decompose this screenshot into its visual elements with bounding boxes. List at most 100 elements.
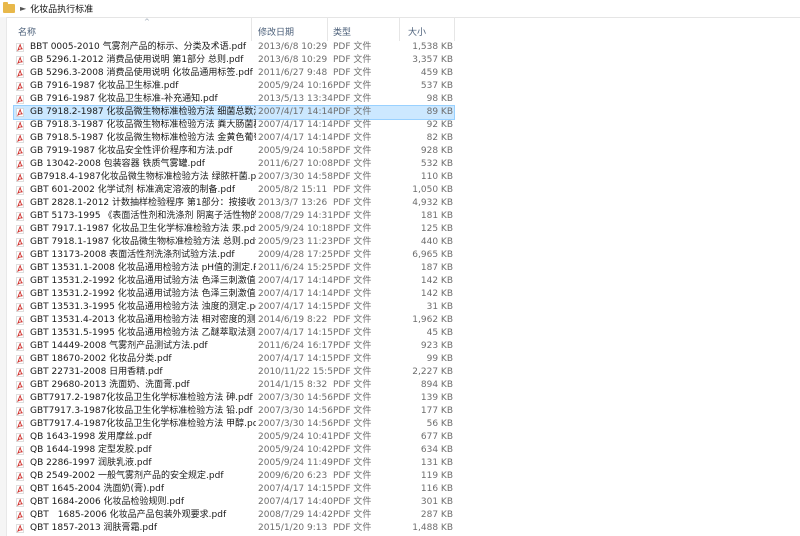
file-row[interactable]: GB 7918.2-1987 化妆品微生物标准检验方法 细菌总数测定.pdf20… [13,105,455,120]
file-name[interactable]: GBT7917.4-1987化妆品卫生化学标准检验方法 甲醇.pdf [30,418,256,431]
file-name[interactable]: GBT 13531.2-1992 化妆品通用试验方法 色泽三刺激值和色差Δ... [30,288,256,301]
file-name[interactable]: GBT 29680-2013 洗面奶、洗面膏.pdf [30,379,256,392]
file-name[interactable]: QB 1643-1998 发用摩丝.pdf [30,431,256,444]
file-name[interactable]: GB7918.4-1987化妆品微生物标准检验方法 绿脓杆菌.pdf [30,171,256,184]
column-header-date[interactable]: 修改日期 [258,25,294,38]
file-row[interactable]: GB 5296.3-2008 消费品使用说明 化妆品通用标签.pdf 2011/6… [14,67,454,80]
file-row[interactable]: GBT 2828.1-2012 计数抽样检验程序 第1部分：按接收质量限...2… [14,197,454,210]
column-header-name[interactable]: 名称 [18,25,36,38]
file-row[interactable]: GBT 601-2002 化学试剂 标准滴定溶液的制备.pdf 2005/8/2 … [14,184,454,197]
file-type: PDF 文件 [333,81,372,91]
column-divider[interactable] [251,17,252,41]
file-size: 45 KB [426,328,453,338]
file-name[interactable]: QBT 1645-2004 洗面奶(膏).pdf [30,483,256,496]
file-modified-date: 2013/3/7 13:26 [258,198,328,208]
file-row[interactable]: GBT 18670-2002 化妆品分类.pdf 2007/4/17 14:15 P… [14,353,454,366]
file-row[interactable]: QB 1644-1998 定型发胶.pdf 2005/9/24 10:42 PDF … [14,444,454,457]
file-name[interactable]: GBT 601-2002 化学试剂 标准滴定溶液的制备.pdf [30,184,256,197]
file-name[interactable]: QBT 1857-2013 润肤膏霜.pdf [30,522,256,535]
file-row[interactable]: GBT 13531.1-2008 化妆品通用检验方法 pH值的测定.PDF 201… [14,262,454,275]
file-name[interactable]: GBT 13531.2-1992 化妆品通用试验方法 色泽三刺激值和色差Δ... [30,275,256,288]
file-row[interactable]: QB 2286-1997 润肤乳液.pdf 2005/9/24 11:49 PDF … [14,457,454,470]
file-row[interactable]: GB 13042-2008 包装容器 铁质气雾罐.pdf 2011/6/27 10… [14,158,454,171]
file-row[interactable]: QBT 1685-2006 化妆品产品包装外观要求.pdf 2008/7/29 1… [14,509,454,522]
file-row[interactable]: GB 7919-1987 化妆品安全性评价程序和方法.pdf 2005/9/24 … [14,145,454,158]
file-name[interactable]: GBT 13531.3-1995 化妆品通用检验方法 浊度的测定.pdf [30,301,256,314]
file-name[interactable]: GB 13042-2008 包装容器 铁质气雾罐.pdf [30,158,256,171]
file-type: PDF 文件 [333,94,372,104]
file-name[interactable]: GB 7918.2-1987 化妆品微生物标准检验方法 细菌总数测定.pdf [30,106,256,119]
file-name[interactable]: GBT 13531.4-2013 化妆品通用检验方法 相对密度的测定.pdf [30,314,256,327]
file-row[interactable]: GB 7916-1987 化妆品卫生标准-补充通知.pdf 2013/5/13 1… [14,93,454,106]
column-divider[interactable] [399,17,400,41]
file-row[interactable]: GB 7916-1987 化妆品卫生标准.pdf 2005/9/24 10:16 P… [14,80,454,93]
column-divider[interactable] [327,17,328,41]
file-name[interactable]: QBT 1685-2006 化妆品产品包装外观要求.pdf [30,509,256,522]
file-row[interactable]: GBT 7917.1-1987 化妆品卫生化学标准检验方法 汞.pdf 2005/… [14,223,454,236]
breadcrumb[interactable]: 化妆品执行标准 [30,2,93,15]
file-name[interactable]: GBT 7917.1-1987 化妆品卫生化学标准检验方法 汞.pdf [30,223,256,236]
file-name[interactable]: GBT 14449-2008 气雾剂产品测试方法.pdf [30,340,256,353]
file-name[interactable]: BBT 0005-2010 气雾剂产品的标示、分类及术语.pdf [30,41,256,54]
file-row[interactable]: GBT 13531.2-1992 化妆品通用试验方法 色泽三刺激值和色差Δ...… [14,288,454,301]
file-row[interactable]: QBT 1645-2004 洗面奶(膏).pdf 2007/4/17 14:15 P… [14,483,454,496]
file-row[interactable]: GBT7917.3-1987化妆品卫生化学标准检验方法 铅.pdf 2007/3/… [14,405,454,418]
file-name[interactable]: GBT 13531.5-1995 化妆品通用检验方法 乙醚萃取法测定香水、... [30,327,256,340]
file-row[interactable]: GBT 13173-2008 表面活性剂洗涤剂试验方法.pdf 2009/4/28… [14,249,454,262]
file-name[interactable]: QB 2286-1997 润肤乳液.pdf [30,457,256,470]
file-type: PDF 文件 [333,107,372,117]
file-name[interactable]: GBT 13173-2008 表面活性剂洗涤剂试验方法.pdf [30,249,256,262]
file-size: 31 KB [426,302,453,312]
file-name[interactable]: GB 5296.1-2012 消费品使用说明 第1部分 总则.pdf [30,54,256,67]
file-row[interactable]: GBT 13531.4-2013 化妆品通用检验方法 相对密度的测定.pdf20… [14,314,454,327]
file-row[interactable]: GB 5296.1-2012 消费品使用说明 第1部分 总则.pdf 2013/6… [14,54,454,67]
file-name[interactable]: GB 5296.3-2008 消费品使用说明 化妆品通用标签.pdf [30,67,256,80]
file-name[interactable]: GBT7917.2-1987化妆品卫生化学标准检验方法 砷.pdf [30,392,256,405]
file-row[interactable]: QBT 1684-2006 化妆品检验规则.pdf 2007/4/17 14:40… [14,496,454,509]
address-bar[interactable]: ► 化妆品执行标准 [0,0,800,18]
file-name[interactable]: GBT7917.3-1987化妆品卫生化学标准检验方法 铅.pdf [30,405,256,418]
file-row[interactable]: GB 7918.3-1987 化妆品微生物标准检验方法 粪大肠菌群.pdf 200… [14,119,454,132]
file-row[interactable]: GBT 7918.1-1987 化妆品微生物标准检验方法 总则.pdf 2005/… [14,236,454,249]
column-header-type[interactable]: 类型 [333,25,351,38]
file-name[interactable]: GBT 18670-2002 化妆品分类.pdf [30,353,256,366]
file-name[interactable]: GBT 5173-1995 《表面活性剂和洗涤剂 阴离子活性物的测定 ... [30,210,256,223]
file-name[interactable]: GB 7916-1987 化妆品卫生标准-补充通知.pdf [30,93,256,106]
file-row[interactable]: GBT 29680-2013 洗面奶、洗面膏.pdf 2014/1/15 8:32… [14,379,454,392]
file-name[interactable]: QBT 1684-2006 化妆品检验规则.pdf [30,496,256,509]
file-name[interactable]: GBT 22731-2008 日用香精.pdf [30,366,256,379]
chevron-right-icon[interactable]: ► [20,4,26,13]
file-row[interactable]: GB7918.4-1987化妆品微生物标准检验方法 绿脓杆菌.pdf 2007/3… [14,171,454,184]
file-row[interactable]: GBT7917.2-1987化妆品卫生化学标准检验方法 砷.pdf 2007/3/… [14,392,454,405]
file-name[interactable]: GB 7918.5-1987 化妆品微生物标准检验方法 金黄色葡萄球菌.pdf [30,132,256,145]
pdf-file-icon [16,394,24,403]
file-name[interactable]: GBT 2828.1-2012 计数抽样检验程序 第1部分：按接收质量限... [30,197,256,210]
nav-pane-edge[interactable] [0,17,7,536]
file-name[interactable]: QB 2549-2002 一般气雾剂产品的安全规定.pdf [30,470,256,483]
file-type: PDF 文件 [333,315,372,325]
file-modified-date: 2011/6/24 15:25 [258,263,333,273]
file-row[interactable]: GBT 5173-1995 《表面活性剂和洗涤剂 阴离子活性物的测定 ...20… [14,210,454,223]
file-row[interactable]: GBT 13531.5-1995 化妆品通用检验方法 乙醚萃取法测定香水、...… [14,327,454,340]
file-row[interactable]: QB 1643-1998 发用摩丝.pdf 2005/9/24 10:41 PDF … [14,431,454,444]
file-name[interactable]: GB 7916-1987 化妆品卫生标准.pdf [30,80,256,93]
file-name[interactable]: QB 1644-1998 定型发胶.pdf [30,444,256,457]
file-row[interactable]: GB 7918.5-1987 化妆品微生物标准检验方法 金黄色葡萄球菌.pdf2… [14,132,454,145]
file-row[interactable]: GBT7917.4-1987化妆品卫生化学标准检验方法 甲醇.pdf 2007/3… [14,418,454,431]
file-row[interactable]: BBT 0005-2010 气雾剂产品的标示、分类及术语.pdf 2013/6/8… [14,41,454,54]
file-size: 56 KB [426,419,453,429]
file-row[interactable]: QB 2549-2002 一般气雾剂产品的安全规定.pdf 2009/6/20 6… [14,470,454,483]
file-row[interactable]: GBT 22731-2008 日用香精.pdf 2010/11/22 15:52 P… [14,366,454,379]
file-row[interactable]: QBT 1857-2013 润肤膏霜.pdf 2015/1/20 9:13 PDF … [14,522,454,535]
file-row[interactable]: GBT 14449-2008 气雾剂产品测试方法.pdf 2011/6/24 16… [14,340,454,353]
file-row[interactable]: GBT 13531.2-1992 化妆品通用试验方法 色泽三刺激值和色差Δ...… [14,275,454,288]
file-name[interactable]: GB 7918.3-1987 化妆品微生物标准检验方法 粪大肠菌群.pdf [30,119,256,132]
file-name[interactable]: GB 7919-1987 化妆品安全性评价程序和方法.pdf [30,145,256,158]
file-modified-date: 2008/7/29 14:31 [258,211,333,221]
file-row[interactable]: GBT 13531.3-1995 化妆品通用检验方法 浊度的测定.pdf 2007… [14,301,454,314]
file-modified-date: 2011/6/24 16:17 [258,341,333,351]
file-name[interactable]: GBT 7918.1-1987 化妆品微生物标准检验方法 总则.pdf [30,236,256,249]
column-header-size[interactable]: 大小 [408,25,426,38]
file-name[interactable]: GBT 13531.1-2008 化妆品通用检验方法 pH值的测定.PDF [30,262,256,275]
column-divider[interactable] [454,17,455,41]
